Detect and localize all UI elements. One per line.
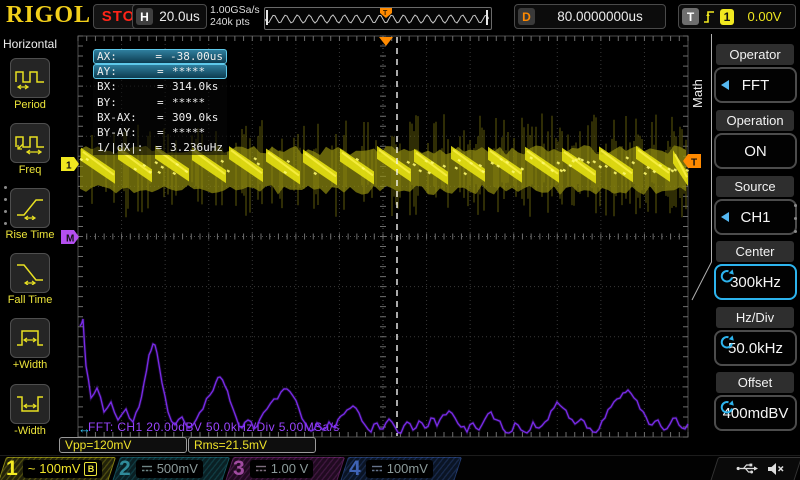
channel-status-bar: 1 ~ 100mV B 2 500mV 3 1.00 V 4 100mV bbox=[0, 455, 800, 480]
left-menu-page-dots bbox=[4, 186, 7, 225]
ch1-scale: 100mV bbox=[39, 461, 81, 476]
memory-depth: 240k pts bbox=[210, 16, 250, 28]
channel-3-status[interactable]: 3 1.00 V bbox=[233, 456, 314, 480]
readout-row: 1/|dX|: = 3.236uHz bbox=[97, 141, 223, 155]
horizontal-h-badge: H bbox=[136, 8, 153, 25]
dc-coupling-icon bbox=[255, 465, 266, 472]
cursor-readout-panel: AX: = -38.00us AY: = ***** BX: = 314.0ks BY: = *… bbox=[93, 49, 227, 156]
math-menu-tab: Math bbox=[690, 79, 705, 109]
operator-value: FFT bbox=[741, 76, 770, 94]
dc-coupling-icon bbox=[141, 465, 152, 472]
math-position-marker[interactable]: M bbox=[61, 230, 79, 245]
dc-coupling-icon bbox=[371, 465, 382, 472]
preview-waveform: T bbox=[264, 8, 490, 25]
menu-item-fall-time[interactable]: Fall Time bbox=[0, 253, 60, 306]
right-menu-page-dots bbox=[794, 204, 797, 233]
menu-item-freq[interactable]: Freq bbox=[0, 123, 60, 176]
knob-icon bbox=[720, 400, 734, 414]
channel-2-status[interactable]: 2 500mV bbox=[119, 456, 203, 480]
ch4-scale: 100mV bbox=[386, 461, 428, 476]
menu-item-period[interactable]: Period bbox=[0, 58, 60, 111]
readout-row: BY-AY: = ***** bbox=[97, 126, 206, 140]
left-menu-title: Horizontal bbox=[2, 37, 58, 51]
svg-text:T: T bbox=[383, 10, 388, 17]
submenu-arrow-icon bbox=[721, 212, 729, 222]
fall-time-icon bbox=[17, 264, 43, 285]
horizontal-expand-icon: ↔ bbox=[78, 421, 91, 436]
period-icon bbox=[15, 71, 44, 90]
sample-rate: 1.00GSa/s bbox=[210, 4, 260, 16]
operation-value: ON bbox=[744, 142, 767, 160]
trigger-level-value: 0.00V bbox=[747, 9, 782, 24]
readout-row: AX: = -38.00us bbox=[93, 49, 227, 65]
rise-time-icon bbox=[17, 199, 43, 220]
delay-value: 80.0000000us bbox=[557, 9, 643, 24]
svg-text:M: M bbox=[66, 234, 74, 245]
readout-row: AY: = ***** bbox=[93, 64, 227, 80]
ch2-scale: 500mV bbox=[156, 461, 198, 476]
horizontal-measure-menu: Horizontal Period Freq Rise Time Fall Ti… bbox=[0, 33, 60, 455]
rigol-logo: RIGOL bbox=[6, 2, 92, 28]
waveform-preview-bar[interactable]: T bbox=[264, 7, 492, 30]
ch1-coupling: ~ bbox=[27, 461, 36, 476]
timebase-value: 20.0us bbox=[159, 9, 200, 24]
trigger-position-marker[interactable] bbox=[379, 37, 393, 46]
oscilloscope-screen: FFT: CH1 20.00dBV 50.0kHz/Div 5.00MSa/s … bbox=[0, 0, 800, 480]
vpp-measurement: Vpp=120mV bbox=[59, 437, 187, 453]
menu-item-rise-time[interactable]: Rise Time bbox=[0, 188, 60, 241]
channel-1-status[interactable]: 1 ~ 100mV B bbox=[6, 456, 103, 480]
math-menu: Operator FFT Operation ON Source CH1 Cen… bbox=[712, 33, 800, 455]
readout-row: BY: = ***** bbox=[97, 95, 206, 109]
center-value: 300kHz bbox=[730, 273, 781, 291]
trigger-info-block[interactable]: T 1 0.00V bbox=[678, 4, 796, 29]
delay-d-badge: D bbox=[518, 8, 535, 25]
rising-edge-icon bbox=[704, 10, 714, 23]
horizontal-timebase-block[interactable]: H 20.0us bbox=[132, 4, 207, 29]
system-status-icons bbox=[736, 456, 785, 480]
readout-row: BX-AX: = 309.0ks bbox=[97, 110, 219, 124]
menu-item-minus-width[interactable]: -Width bbox=[0, 384, 60, 437]
freq-icon bbox=[15, 136, 44, 155]
acquisition-info: 1.00GSa/s 240k pts bbox=[210, 4, 260, 28]
svg-text:1: 1 bbox=[66, 161, 72, 172]
bandwidth-limit-badge: B bbox=[84, 461, 98, 476]
rms-measurement: Rms=21.5mV bbox=[188, 437, 316, 453]
readout-row: BX: = 314.0ks bbox=[97, 80, 219, 94]
minus-width-icon bbox=[17, 396, 43, 412]
knob-icon bbox=[720, 269, 734, 283]
submenu-arrow-icon bbox=[721, 80, 729, 90]
trigger-t-badge: T bbox=[682, 8, 699, 25]
speaker-muted-icon bbox=[768, 462, 784, 475]
usb-icon bbox=[736, 463, 758, 474]
ch3-scale: 1.00 V bbox=[270, 461, 309, 476]
knob-icon bbox=[720, 335, 734, 349]
ch1-position-marker[interactable]: 1 bbox=[61, 157, 79, 172]
trigger-delay-block[interactable]: D 80.0000000us bbox=[514, 4, 666, 29]
menu-item-plus-width[interactable]: +Width bbox=[0, 318, 60, 371]
plus-width-icon bbox=[17, 330, 43, 346]
source-value: CH1 bbox=[740, 208, 771, 226]
channel-4-status[interactable]: 4 100mV bbox=[349, 456, 433, 480]
hzdiv-value: 50.0kHz bbox=[727, 339, 784, 357]
svg-text:T: T bbox=[691, 158, 697, 169]
trigger-source-badge: 1 bbox=[720, 8, 734, 25]
